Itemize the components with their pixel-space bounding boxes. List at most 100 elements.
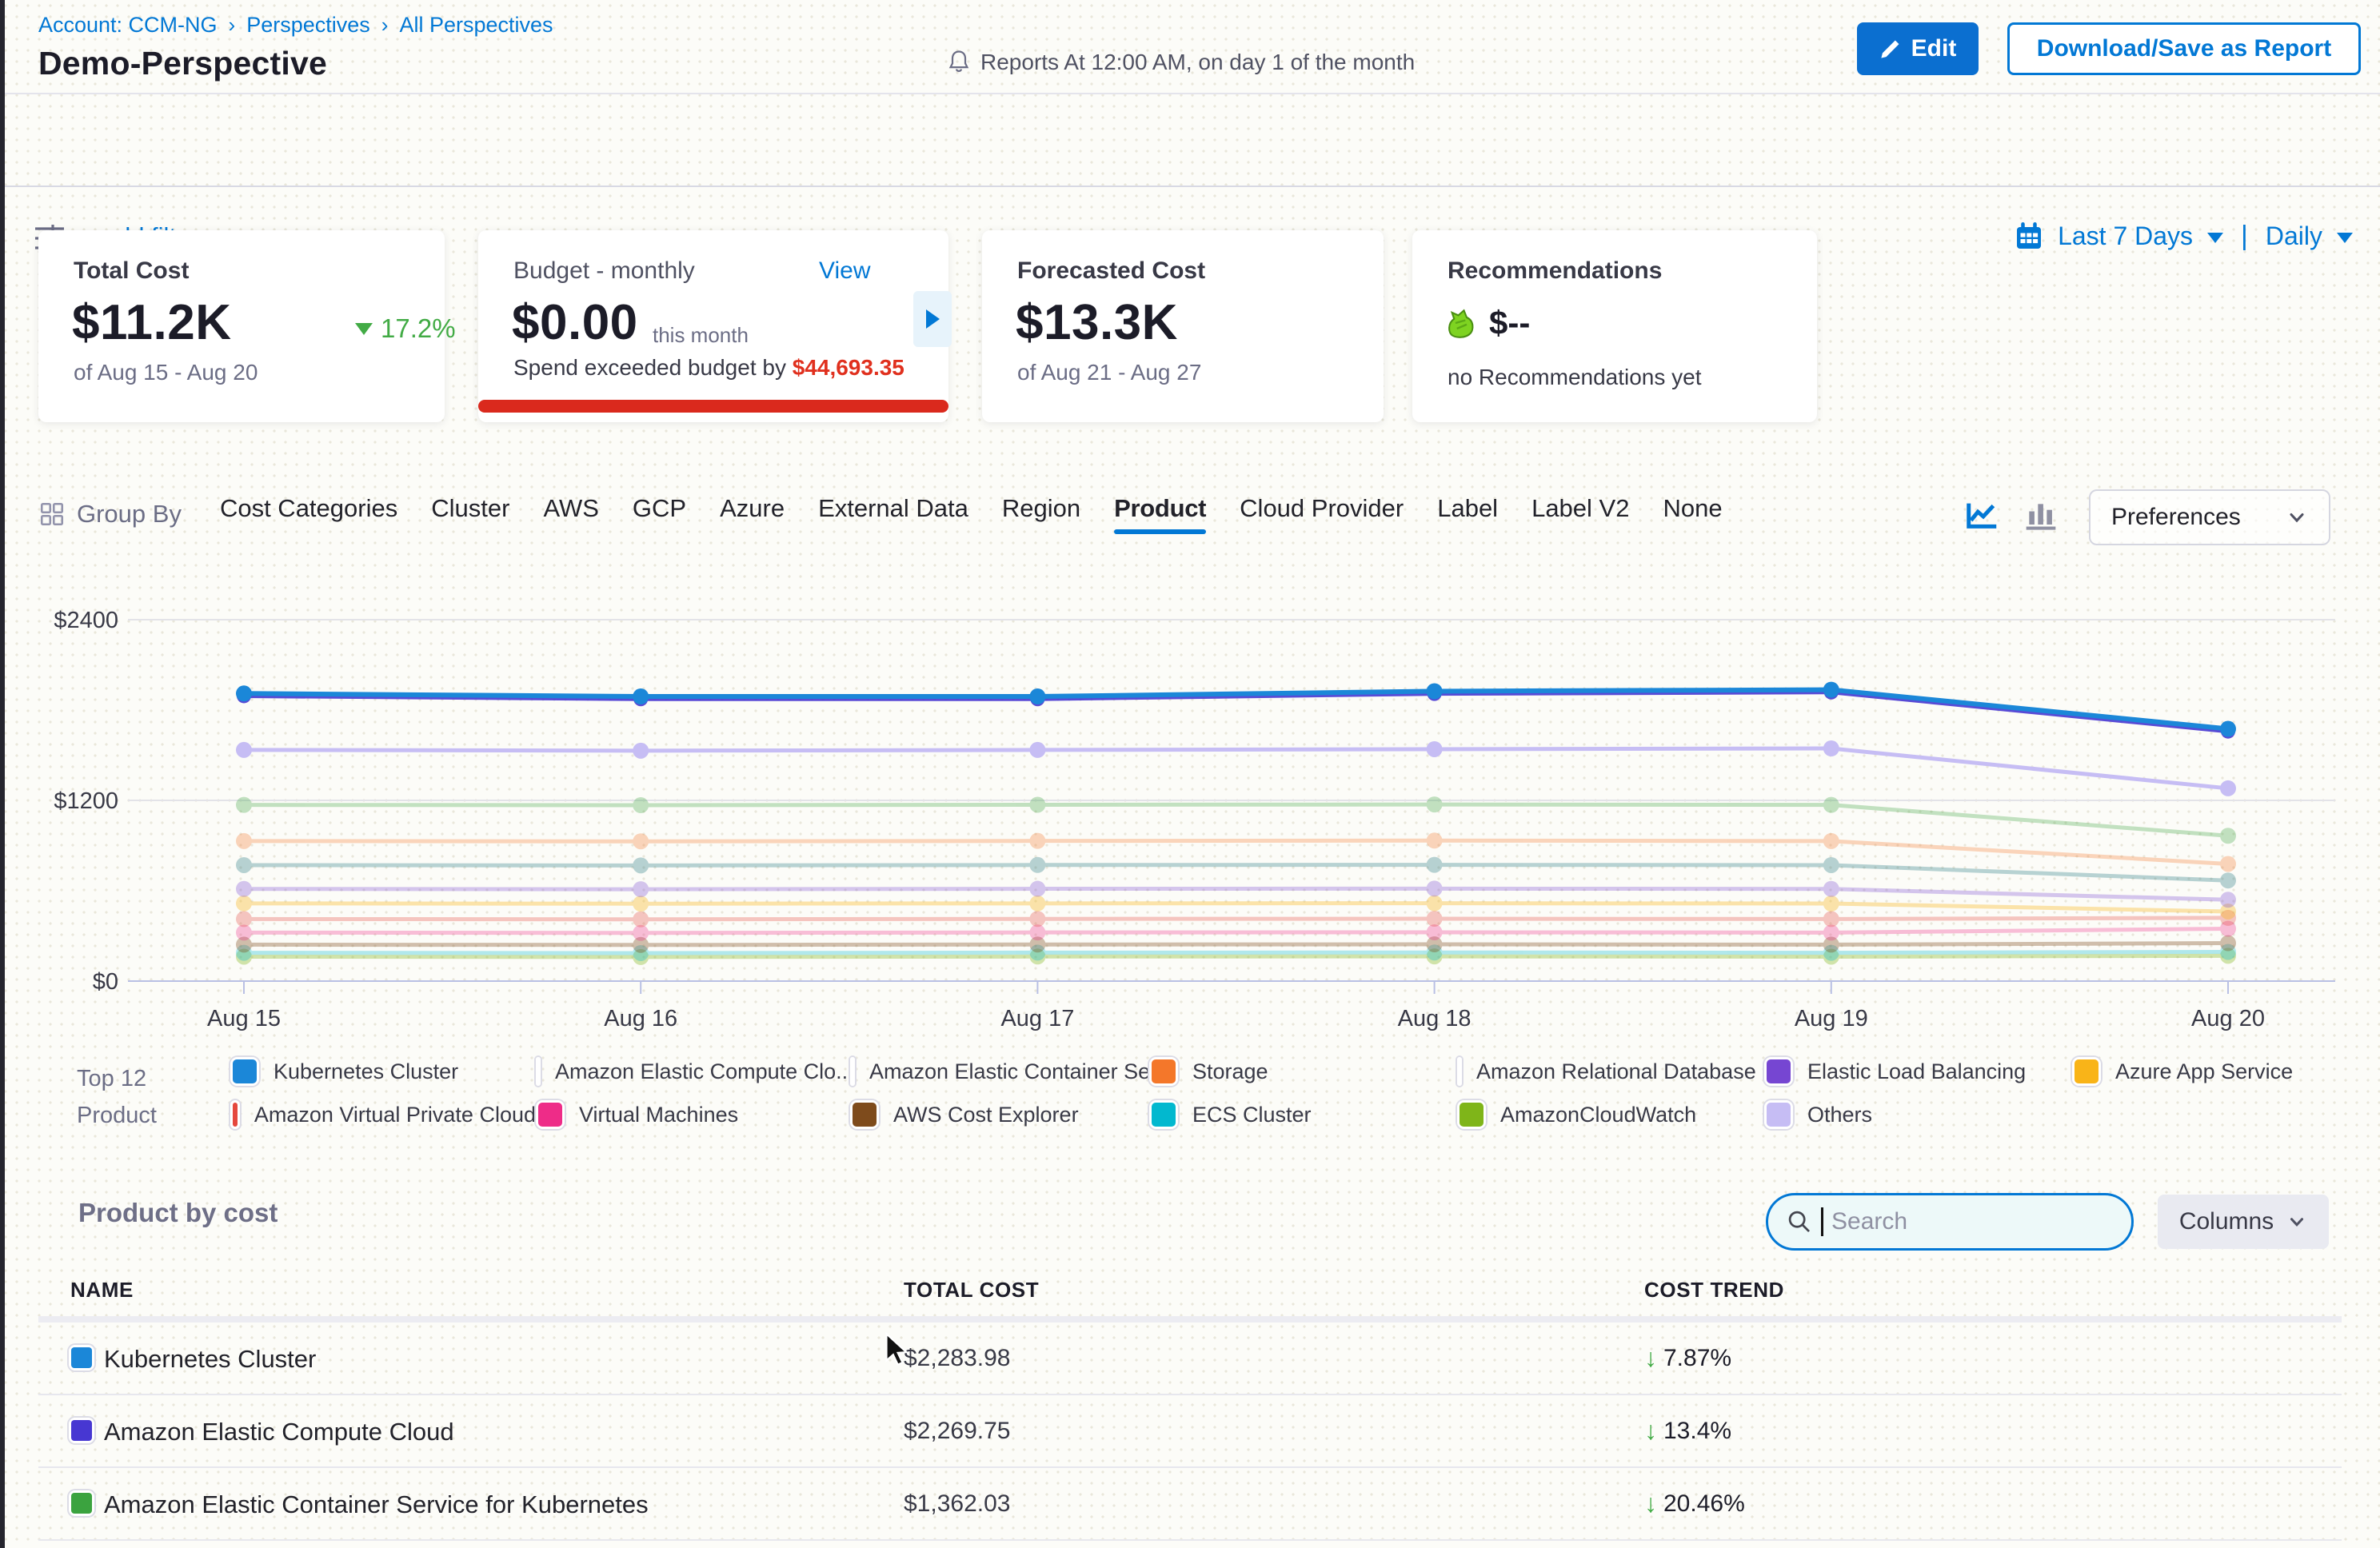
tab-aws[interactable]: AWS — [543, 494, 598, 534]
bar-chart-icon[interactable] — [2023, 497, 2059, 534]
columns-button[interactable]: Columns — [2158, 1195, 2329, 1249]
legend-swatch — [1149, 1100, 1178, 1129]
legend-item[interactable]: Virtual Machines — [536, 1099, 850, 1131]
filter-bar: + add filter Last 7 Days | Daily — [5, 96, 2380, 187]
chart-type-toggle — [1964, 497, 2059, 534]
series-aws-cost-explorer — [236, 936, 2236, 953]
legend-swatch — [230, 1057, 259, 1086]
legend-swatch — [1764, 1057, 1793, 1086]
legend-item[interactable]: Amazon Elastic Compute Clo... — [536, 1055, 850, 1087]
legend-item[interactable]: Amazon Elastic Container Se... — [850, 1055, 1149, 1087]
legend-label: Elastic Load Balancing — [1807, 1059, 2026, 1084]
tab-label[interactable]: Label — [1437, 494, 1498, 534]
granularity-selector[interactable]: Daily — [2266, 221, 2322, 251]
download-save-report-button[interactable]: Download/Save as Report — [2007, 22, 2361, 75]
search-input[interactable]: Search — [1766, 1193, 2134, 1251]
budget-next-button[interactable] — [913, 291, 952, 347]
legend-item[interactable]: Kubernetes Cluster — [230, 1055, 536, 1087]
legend-item[interactable]: AmazonCloudWatch — [1457, 1099, 1764, 1131]
tab-cloud-provider[interactable]: Cloud Provider — [1240, 494, 1404, 534]
group-by-tabs: Cost Categories Cluster AWS GCP Azure Externa… — [220, 494, 1723, 534]
column-header-total-cost[interactable]: TOTAL COST — [904, 1278, 1039, 1303]
series-amazon-elastic-container-service-for-kubernetes — [236, 796, 2236, 844]
line-chart-icon[interactable] — [1964, 497, 2001, 534]
series-others — [236, 740, 2236, 796]
chevron-down-icon — [2337, 233, 2353, 243]
legend-item[interactable]: AWS Cost Explorer — [850, 1099, 1149, 1131]
recommendations-label: Recommendations — [1448, 257, 1662, 285]
legend-title: Top 12 Product — [77, 1060, 157, 1134]
legend-title-line2: Product — [77, 1097, 157, 1134]
group-by-label: Group By — [38, 500, 182, 529]
legend-item[interactable]: Others — [1764, 1099, 2072, 1131]
budget-view-link[interactable]: View — [819, 257, 870, 285]
collapsed-sidebar-edge — [0, 0, 5, 1548]
legend-label: Storage — [1192, 1059, 1268, 1084]
breadcrumb-chevron-icon: › — [229, 13, 236, 38]
date-range-selector[interactable]: Last 7 Days — [2058, 221, 2193, 251]
legend-item[interactable]: Amazon Virtual Private Cloud — [230, 1099, 536, 1131]
svg-text:Aug 16: Aug 16 — [604, 1006, 677, 1031]
total-cost-period: of Aug 15 - Aug 20 — [74, 360, 258, 385]
tab-none[interactable]: None — [1663, 494, 1722, 534]
total-cost-trend-value: 17.2% — [381, 313, 456, 344]
tab-cost-categories[interactable]: Cost Categories — [220, 494, 397, 534]
row-total-cost: $2,269.75 — [904, 1418, 1010, 1445]
row-cost-trend: ↓13.4% — [1644, 1416, 1731, 1446]
chart-legend: Kubernetes ClusterAmazon Elastic Compute… — [230, 1055, 2293, 1131]
total-cost-trend: 17.2% — [355, 313, 456, 344]
legend-item[interactable]: ECS Cluster — [1149, 1099, 1457, 1131]
reports-note-text: Reports At 12:00 AM, on day 1 of the mon… — [980, 50, 1415, 75]
row-color-swatch — [69, 1418, 94, 1443]
row-cost-trend: ↓7.87% — [1644, 1343, 1731, 1373]
breadcrumb: Account: CCM-NG › Perspectives › All Per… — [38, 13, 553, 38]
row-name: Amazon Elastic Compute Cloud — [104, 1418, 454, 1446]
column-header-cost-trend[interactable]: COST TREND — [1644, 1278, 1784, 1303]
column-header-name[interactable]: NAME — [70, 1278, 134, 1303]
legend-item[interactable]: Amazon Relational Database ... — [1457, 1055, 1764, 1087]
edit-button[interactable]: Edit — [1857, 22, 1979, 75]
tab-region[interactable]: Region — [1002, 494, 1080, 534]
budget-progress-bar — [478, 400, 948, 413]
money-bag-icon — [1444, 306, 1478, 340]
series-amazon-virtual-private-cloud — [236, 910, 2236, 928]
trend-value: 20.46% — [1663, 1490, 1745, 1518]
legend-item[interactable]: Elastic Load Balancing — [1764, 1055, 2072, 1087]
total-cost-value: $11.2K — [72, 294, 232, 351]
calendar-icon — [2015, 222, 2043, 251]
recommendations-card: Recommendations $-- no Recommendations y… — [1412, 230, 1817, 422]
total-cost-card: Total Cost $11.2K 17.2% of Aug 15 - Aug … — [38, 230, 445, 422]
search-icon — [1786, 1208, 1813, 1235]
svg-text:Aug 19: Aug 19 — [1795, 1006, 1868, 1031]
page-title: Demo-Perspective — [38, 45, 327, 82]
chevron-down-icon — [2286, 1211, 2307, 1232]
legend-swatch — [536, 1100, 565, 1129]
cost-trend-chart[interactable]: $0$1200$2400Aug 15Aug 16Aug 17Aug 18Aug … — [0, 588, 2380, 1051]
tab-product[interactable]: Product — [1114, 494, 1206, 534]
legend-label: ECS Cluster — [1192, 1103, 1312, 1127]
legend-item[interactable]: Storage — [1149, 1055, 1457, 1087]
row-color-swatch — [69, 1345, 94, 1370]
tab-cluster[interactable]: Cluster — [431, 494, 509, 534]
row-total-cost: $1,362.03 — [904, 1490, 1010, 1518]
mouse-cursor — [880, 1332, 913, 1369]
table-row[interactable]: Amazon Elastic Container Service for Kub… — [38, 1468, 2342, 1541]
reports-schedule-note: Reports At 12:00 AM, on day 1 of the mon… — [947, 50, 1415, 75]
tab-azure[interactable]: Azure — [720, 494, 785, 534]
trend-down-arrow-icon: ↓ — [1644, 1416, 1657, 1446]
tab-label-v2[interactable]: Label V2 — [1531, 494, 1629, 534]
triangle-down-icon — [355, 323, 373, 335]
breadcrumb-all-perspectives[interactable]: All Perspectives — [399, 13, 553, 38]
table-row[interactable]: Kubernetes Cluster$2,283.98↓7.87% — [38, 1323, 2342, 1395]
row-total-cost: $2,283.98 — [904, 1345, 1010, 1372]
preferences-dropdown[interactable]: Preferences — [2089, 489, 2330, 545]
tab-gcp[interactable]: GCP — [633, 494, 686, 534]
row-name: Amazon Elastic Container Service for Kub… — [104, 1490, 649, 1519]
breadcrumb-perspectives[interactable]: Perspectives — [246, 13, 370, 38]
tab-external-data[interactable]: External Data — [818, 494, 968, 534]
table-row[interactable]: Amazon Elastic Compute Cloud $2,269.75 ↓13… — [38, 1395, 2342, 1468]
budget-exceeded-amount: $44,693.35 — [793, 355, 904, 380]
breadcrumb-account[interactable]: Account: CCM-NG — [38, 13, 218, 38]
legend-item[interactable]: Azure App Service — [2072, 1055, 2293, 1087]
svg-text:Aug 17: Aug 17 — [1000, 1006, 1074, 1031]
